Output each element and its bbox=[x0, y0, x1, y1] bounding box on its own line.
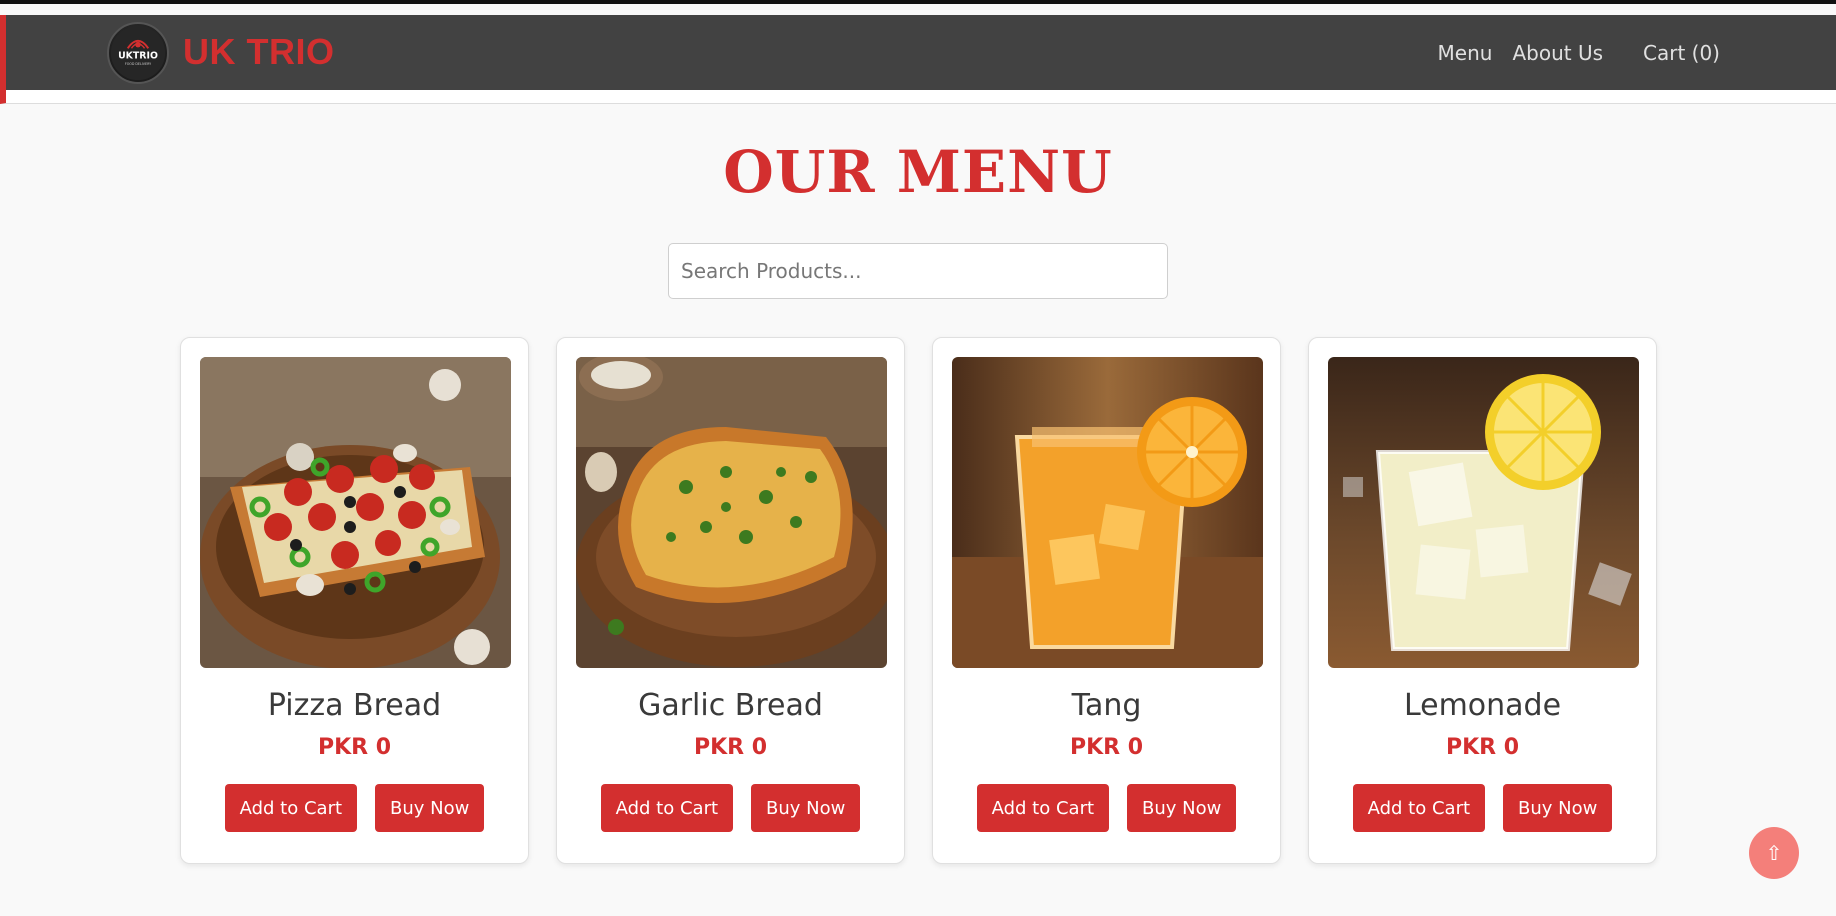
product-name: Pizza Bread bbox=[267, 688, 442, 723]
buy-now-button[interactable]: Buy Now bbox=[1127, 784, 1237, 832]
product-price: PKR 0 bbox=[693, 735, 768, 760]
product-name: Garlic Bread bbox=[638, 688, 823, 723]
buy-now-button[interactable]: Buy Now bbox=[751, 784, 861, 832]
arrow-up-icon: ⇧ bbox=[1765, 842, 1783, 865]
product-card: Lemonade PKR 0 Add to Cart Buy Now bbox=[1308, 337, 1657, 864]
nav-link-menu[interactable]: Menu bbox=[1438, 41, 1493, 65]
product-name: Lemonade bbox=[1403, 688, 1562, 723]
product-actions: Add to Cart Buy Now bbox=[952, 784, 1261, 832]
nav-link-cart[interactable]: Cart (0) bbox=[1643, 41, 1720, 65]
product-actions: Add to Cart Buy Now bbox=[200, 784, 509, 832]
product-price: PKR 0 bbox=[317, 735, 392, 760]
scroll-to-top-button[interactable]: ⇧ bbox=[1749, 827, 1799, 879]
product-image-pizza-bread[interactable] bbox=[200, 357, 511, 668]
add-to-cart-button[interactable]: Add to Cart bbox=[976, 784, 1110, 832]
product-name: Tang bbox=[1071, 688, 1142, 723]
page-title: OUR MENU bbox=[723, 138, 1113, 206]
navbar: UKTRIO FOOD DELIVERY UK TRIO Menu About … bbox=[0, 15, 1836, 104]
product-actions: Add to Cart Buy Now bbox=[1328, 784, 1637, 832]
svg-text:UKTRIO: UKTRIO bbox=[118, 51, 158, 62]
product-image-tang[interactable] bbox=[952, 357, 1263, 668]
svg-text:FOOD DELIVERY: FOOD DELIVERY bbox=[125, 62, 151, 66]
product-grid: Pizza Bread PKR 0 Add to Cart Buy Now Ga… bbox=[180, 337, 1657, 864]
add-to-cart-button[interactable]: Add to Cart bbox=[224, 784, 358, 832]
buy-now-button[interactable]: Buy Now bbox=[375, 784, 485, 832]
product-price: PKR 0 bbox=[1069, 735, 1144, 760]
buy-now-button[interactable]: Buy Now bbox=[1503, 784, 1613, 832]
product-actions: Add to Cart Buy Now bbox=[576, 784, 885, 832]
brand-logo[interactable]: UKTRIO FOOD DELIVERY bbox=[107, 22, 169, 84]
product-card: Garlic Bread PKR 0 Add to Cart Buy Now bbox=[556, 337, 905, 864]
browser-top-strip bbox=[0, 0, 1836, 4]
search-input[interactable] bbox=[668, 243, 1168, 299]
add-to-cart-button[interactable]: Add to Cart bbox=[600, 784, 734, 832]
product-image-lemonade[interactable] bbox=[1328, 357, 1639, 668]
nav-links: Menu About Us Cart (0) bbox=[1438, 41, 1720, 65]
product-card: Pizza Bread PKR 0 Add to Cart Buy Now bbox=[180, 337, 529, 864]
product-price: PKR 0 bbox=[1445, 735, 1520, 760]
add-to-cart-button[interactable]: Add to Cart bbox=[1352, 784, 1486, 832]
nav-link-about-us[interactable]: About Us bbox=[1512, 41, 1603, 65]
product-image-garlic-bread[interactable] bbox=[576, 357, 887, 668]
logo-emblem: UKTRIO FOOD DELIVERY bbox=[110, 25, 166, 81]
brand-name[interactable]: UK TRIO bbox=[183, 31, 335, 73]
product-card: Tang PKR 0 Add to Cart Buy Now bbox=[932, 337, 1281, 864]
